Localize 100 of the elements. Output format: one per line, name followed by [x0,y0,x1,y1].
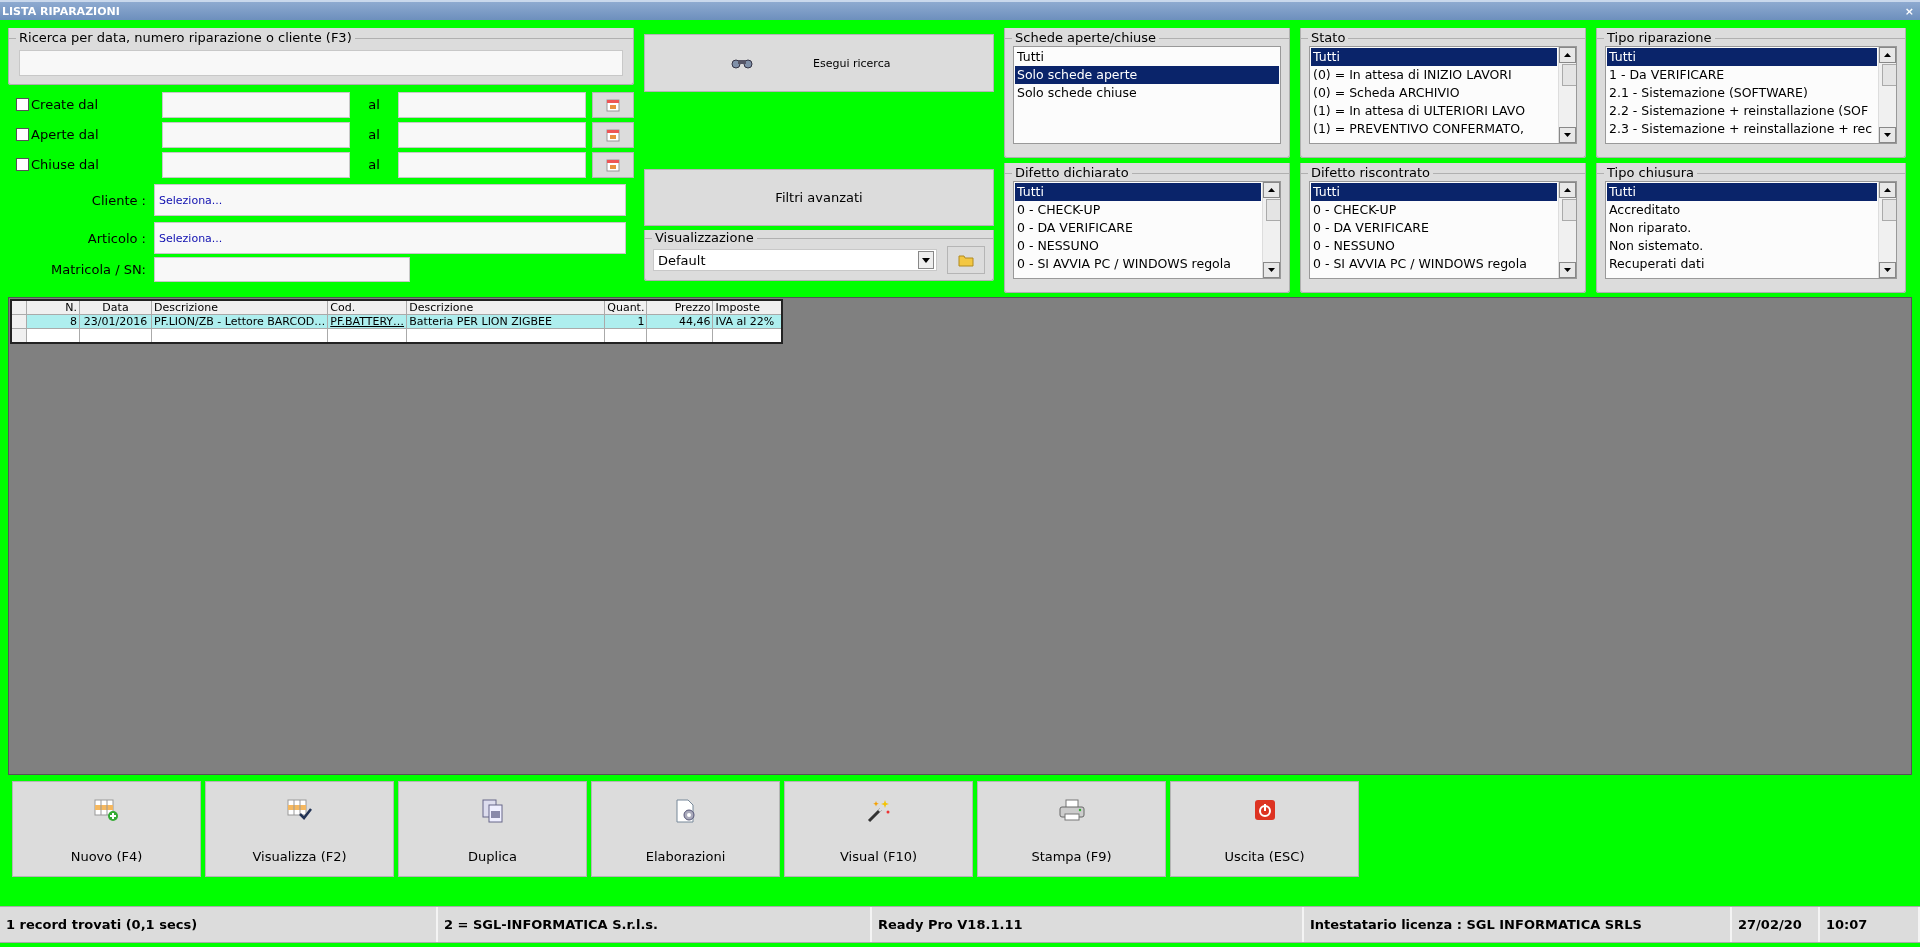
printer-icon [1057,798,1086,822]
column-header[interactable]: Descrizione [406,300,605,315]
list-item[interactable]: 0 - NESSUNO [1015,237,1261,255]
checkbox[interactable] [16,98,29,111]
folder-icon [958,253,974,267]
column-header[interactable]: Prezzo [646,300,713,315]
action-button[interactable]: Stampa (F9) [977,781,1166,877]
column-header[interactable]: Cod. [327,300,407,315]
group-title: Difetto riscontrato [1310,165,1431,181]
list-item[interactable]: 0 - CHECK-UP [1015,201,1261,219]
list-item[interactable]: 0 - SI AVVIA PC / WINDOWS regola [1015,255,1261,273]
lookup-field[interactable]: Seleziona... [154,184,626,216]
list-item[interactable]: Solo schede aperte [1015,66,1279,84]
date-from-field[interactable] [162,121,350,148]
list-item[interactable]: Recuperati dati [1607,255,1877,273]
scroll-thumb[interactable] [1882,64,1896,86]
serial-field[interactable] [154,257,410,282]
scroll-down-icon [1879,262,1896,278]
scroll-thumb[interactable] [1562,64,1576,86]
list-item[interactable]: 0 - DA VERIFICARE [1311,219,1557,237]
list-item[interactable]: (1) = PREVENTIVO CONFERMATO, [1311,120,1557,138]
column-header[interactable]: Descrizione [151,300,328,315]
grid-check-icon [286,798,313,822]
list-item[interactable]: Tutti [1607,183,1877,201]
checkbox[interactable] [16,128,29,141]
scrollbar[interactable] [1262,182,1280,278]
action-button[interactable]: Elaborazioni [591,781,780,877]
scroll-up-icon [1263,182,1280,198]
window-title: LISTA RIPARAZIONI [2,4,120,18]
list-item[interactable]: (0) = Scheda ARCHIVIO [1311,84,1557,102]
scrollbar[interactable] [1878,47,1896,143]
scroll-down-icon [1559,127,1576,143]
list-item[interactable]: Tutti [1311,48,1557,66]
list-item[interactable]: Non riparato. [1607,219,1877,237]
list-item[interactable]: 2.2 - Sistemazione + reinstallazione (SOF [1607,102,1877,120]
status-text: Intestatario licenza : SGL INFORMATICA SRLS [1304,907,1732,942]
list-item[interactable]: Tutti [1015,183,1261,201]
calendar-button[interactable] [592,91,634,118]
list-item[interactable]: Solo schede chiuse [1015,84,1279,102]
list-item[interactable]: Non sistemato. [1607,237,1877,255]
calendar-button[interactable] [592,121,634,148]
scroll-up-icon [1559,182,1576,198]
date-to-field[interactable] [398,151,586,178]
list-item[interactable]: Tutti [1607,48,1877,66]
list-item[interactable]: (1) = In attesa di ULTERIORI LAVO [1311,102,1557,120]
field-label: al [367,97,381,112]
list-item[interactable]: 0 - CHECK-UP [1311,201,1557,219]
action-button[interactable]: Duplica [398,781,587,877]
action-button[interactable]: Visual (F10) [784,781,973,877]
list-item[interactable]: (0) = In attesa di INIZIO LAVORI [1311,66,1557,84]
view-legend: Visualizzazione [652,230,757,246]
field-label: al [367,127,381,142]
list-item[interactable]: 2.1 - Sistemazione (SOFTWARE) [1607,84,1877,102]
calendar-icon [606,127,620,142]
column-header[interactable]: Quant. [604,300,647,315]
group-title: Difetto dichiarato [1014,165,1130,181]
lookup-field[interactable]: Seleziona... [154,222,626,254]
list-item[interactable]: 1 - Da VERIFICARE [1607,66,1877,84]
date-from-field[interactable] [162,91,350,118]
checkbox[interactable] [16,158,29,171]
scroll-down-icon [1879,127,1896,143]
list-item[interactable]: Tutti [1311,183,1557,201]
grid-plus-icon [93,798,120,822]
view-dropdown[interactable]: Default [653,249,937,271]
document-gear-icon [673,798,698,824]
scrollbar[interactable] [1558,182,1576,278]
status-text: 1 record trovati (0,1 secs) [0,907,438,942]
search-legend: Ricerca per data, numero riparazione o cliente (F3) [16,30,355,46]
checkbox-label: Chiuse dal [31,157,99,172]
date-to-field[interactable] [398,121,586,148]
advanced-filters-button[interactable]: Filtri avanzati [644,169,994,226]
action-button[interactable]: Visualizza (F2) [205,781,394,877]
search-button[interactable]: Esegui ricerca [644,34,994,92]
binoculars-icon [731,57,753,69]
field-label: Articolo : [86,230,147,246]
list-item[interactable]: Tutti [1015,48,1279,66]
action-button[interactable]: Uscita (ESC) [1170,781,1359,877]
action-button[interactable]: Nuovo (F4) [12,781,201,877]
list-item[interactable]: 0 - NESSUNO [1311,237,1557,255]
scrollbar[interactable] [1558,47,1576,143]
group-title: Tipo riparazione [1606,30,1713,46]
calendar-button[interactable] [592,151,634,178]
column-header[interactable]: Imposte [712,300,783,315]
list-item[interactable]: 0 - DA VERIFICARE [1015,219,1261,237]
date-to-field[interactable] [398,91,586,118]
column-header[interactable]: N. [26,300,80,315]
scroll-thumb[interactable] [1266,199,1280,221]
list-item[interactable]: 2.3 - Sistemazione + reinstallazione + rec [1607,120,1877,138]
column-header[interactable]: Data [79,300,152,315]
scrollbar[interactable] [1878,182,1896,278]
field-label: Cliente : [90,192,147,208]
folder-button[interactable] [947,246,985,274]
checkbox-label: Aperte dal [31,127,99,142]
list-item[interactable]: Accreditato [1607,201,1877,219]
scroll-thumb[interactable] [1562,199,1576,221]
calendar-icon [606,97,620,112]
scroll-thumb[interactable] [1882,199,1896,221]
date-from-field[interactable] [162,151,350,178]
search-field[interactable] [19,50,623,76]
list-item[interactable]: 0 - SI AVVIA PC / WINDOWS regola [1311,255,1557,273]
